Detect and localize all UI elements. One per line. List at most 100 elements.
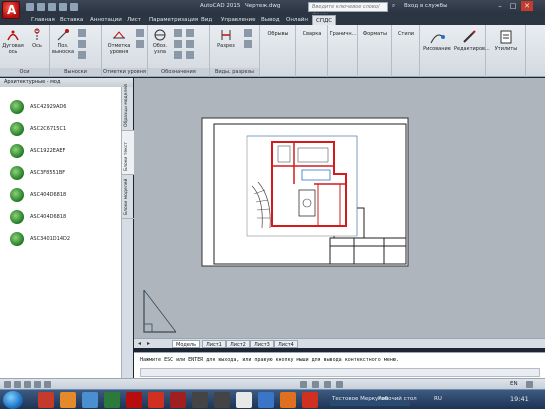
tab-parametric[interactable]: Параметризация <box>146 15 201 25</box>
workspace-icon[interactable] <box>312 381 319 388</box>
maximize-button[interactable]: □ <box>507 1 519 11</box>
lock-icon[interactable] <box>324 381 331 388</box>
designation-small-icon-5[interactable] <box>174 51 182 59</box>
undo-icon[interactable] <box>59 3 67 11</box>
application-menu-button[interactable]: A <box>2 1 20 19</box>
section-small-icon-2[interactable] <box>244 40 252 48</box>
boundary-button[interactable]: Граничн... <box>329 31 357 37</box>
section-button[interactable]: Разрез <box>214 28 238 49</box>
palette-item[interactable]: ASC42929AD6 <box>10 98 115 116</box>
tab-annotate[interactable]: Аннотации <box>87 15 125 25</box>
palette-item[interactable]: ASC1922EAEF <box>10 142 115 160</box>
customize-icon[interactable] <box>526 381 533 388</box>
welding-button[interactable]: Сварка <box>298 31 326 37</box>
save-icon[interactable] <box>48 3 56 11</box>
styles-button[interactable]: Стили <box>394 31 418 37</box>
palette-item[interactable]: ASC2C6715C1 <box>10 120 115 138</box>
polar-icon[interactable] <box>44 381 51 388</box>
opera-icon[interactable] <box>38 392 54 408</box>
axis-button[interactable]: Ось <box>26 28 48 49</box>
palette-tab-text-blocks[interactable]: Блоки текст <box>122 131 134 175</box>
app-icon-3[interactable] <box>214 392 230 408</box>
app-icon-7[interactable] <box>302 392 318 408</box>
palette-item-label: ASC42929AD6 <box>30 104 67 110</box>
palette-tab-models[interactable]: Образцы моделей <box>122 84 134 131</box>
firefox-icon[interactable] <box>60 392 76 408</box>
app-icon-6[interactable] <box>280 392 296 408</box>
annotation-scale-icon[interactable] <box>300 381 307 388</box>
draw-button[interactable]: Рисование <box>422 29 452 52</box>
axis-label: Ось <box>32 43 42 49</box>
palette-item[interactable]: ASC3401D14D2 <box>10 230 115 248</box>
edit-button[interactable]: Редактиров... <box>454 29 490 52</box>
ortho-icon[interactable] <box>34 381 41 388</box>
tab-manage[interactable]: Управление <box>218 15 259 25</box>
section-small-icon-1[interactable] <box>244 29 252 37</box>
redo-icon[interactable] <box>70 3 78 11</box>
tab-layout[interactable]: Лист <box>124 15 144 25</box>
clock[interactable]: 19:41 <box>510 395 529 403</box>
desktop-label[interactable]: Рабочий стол <box>378 396 417 402</box>
grid-icon[interactable] <box>14 381 21 388</box>
search-icon[interactable]: ⌕ <box>392 3 395 10</box>
tab-scroll-left-icon[interactable]: ◂ <box>138 340 141 347</box>
tab-model[interactable]: Модель <box>172 340 201 348</box>
level-mark-button[interactable]: Отметка уровня <box>106 28 132 55</box>
app-icon-5[interactable] <box>258 392 274 408</box>
palette-item[interactable]: ASC404D6818 <box>10 208 115 226</box>
drawing-area[interactable] <box>134 78 545 338</box>
designation-small-icon-4[interactable] <box>186 40 194 48</box>
explorer-icon[interactable] <box>82 392 98 408</box>
callout-small-icon-1[interactable] <box>78 29 86 37</box>
tab-sheet3[interactable]: Лист3 <box>250 340 274 348</box>
account-label[interactable]: Вход в службы <box>404 3 447 9</box>
tab-sheet2[interactable]: Лист2 <box>226 340 250 348</box>
level-small-icon-1[interactable] <box>136 29 144 37</box>
autocad-icon[interactable] <box>148 392 164 408</box>
palette-item[interactable]: ASC404D6818 <box>10 186 115 204</box>
media-icon[interactable] <box>104 392 120 408</box>
command-input[interactable] <box>140 368 540 377</box>
designation-small-icon-3[interactable] <box>174 40 182 48</box>
palette-tab-model-blocks[interactable]: Блоки моделей <box>122 175 134 219</box>
node-mark-button[interactable]: Обоз. узла <box>150 28 170 55</box>
acrobat-icon[interactable] <box>126 392 142 408</box>
minimize-button[interactable]: – <box>494 1 506 11</box>
drawing-canvas[interactable] <box>134 78 545 338</box>
app-icon-2[interactable] <box>192 392 208 408</box>
designation-small-icon-1[interactable] <box>174 29 182 37</box>
position-callout-button[interactable]: Поз. выноска <box>52 28 74 55</box>
callout-small-icon-3[interactable] <box>78 51 86 59</box>
tab-output[interactable]: Вывод <box>258 15 283 25</box>
tab-sheet1[interactable]: Лист1 <box>202 340 226 348</box>
open-file-icon[interactable] <box>37 3 45 11</box>
formats-button[interactable]: Форматы <box>360 31 390 37</box>
tab-insert[interactable]: Вставка <box>57 15 86 25</box>
app-icon-4[interactable] <box>236 392 252 408</box>
app-icon-1[interactable] <box>170 392 186 408</box>
snap-icon[interactable] <box>24 381 31 388</box>
palette-title[interactable]: Архитектурные - мод <box>0 78 133 87</box>
tab-view[interactable]: Вид <box>198 15 215 25</box>
breaks-button[interactable]: Обрывы <box>262 31 294 37</box>
utilities-button[interactable]: Утилиты <box>490 29 522 52</box>
plant-block-icon <box>10 122 24 136</box>
tab-sheet4[interactable]: Лист4 <box>274 340 298 348</box>
start-button[interactable] <box>3 391 23 409</box>
callout-small-icon-2[interactable] <box>78 40 86 48</box>
isolate-icon[interactable] <box>336 381 343 388</box>
tab-home[interactable]: Главная <box>28 15 58 25</box>
search-input[interactable]: Введите ключевое слово/фразу <box>308 2 388 18</box>
designation-small-icon-6[interactable] <box>186 51 194 59</box>
palette-item[interactable]: ASC3F8551BF <box>10 164 115 182</box>
level-small-icon-2[interactable] <box>136 40 144 48</box>
model-space-icon[interactable] <box>4 381 11 388</box>
new-file-icon[interactable] <box>26 3 34 11</box>
arc-axis-button[interactable]: Дуговая ось <box>2 28 24 55</box>
tab-online[interactable]: Онлайн <box>283 15 311 25</box>
designation-small-icon-2[interactable] <box>186 29 194 37</box>
language-indicator[interactable]: RU <box>434 396 442 402</box>
tab-spds[interactable]: СПДС <box>312 15 337 25</box>
close-button[interactable]: ✕ <box>521 1 533 11</box>
tab-scroll-right-icon[interactable]: ▸ <box>147 340 150 347</box>
